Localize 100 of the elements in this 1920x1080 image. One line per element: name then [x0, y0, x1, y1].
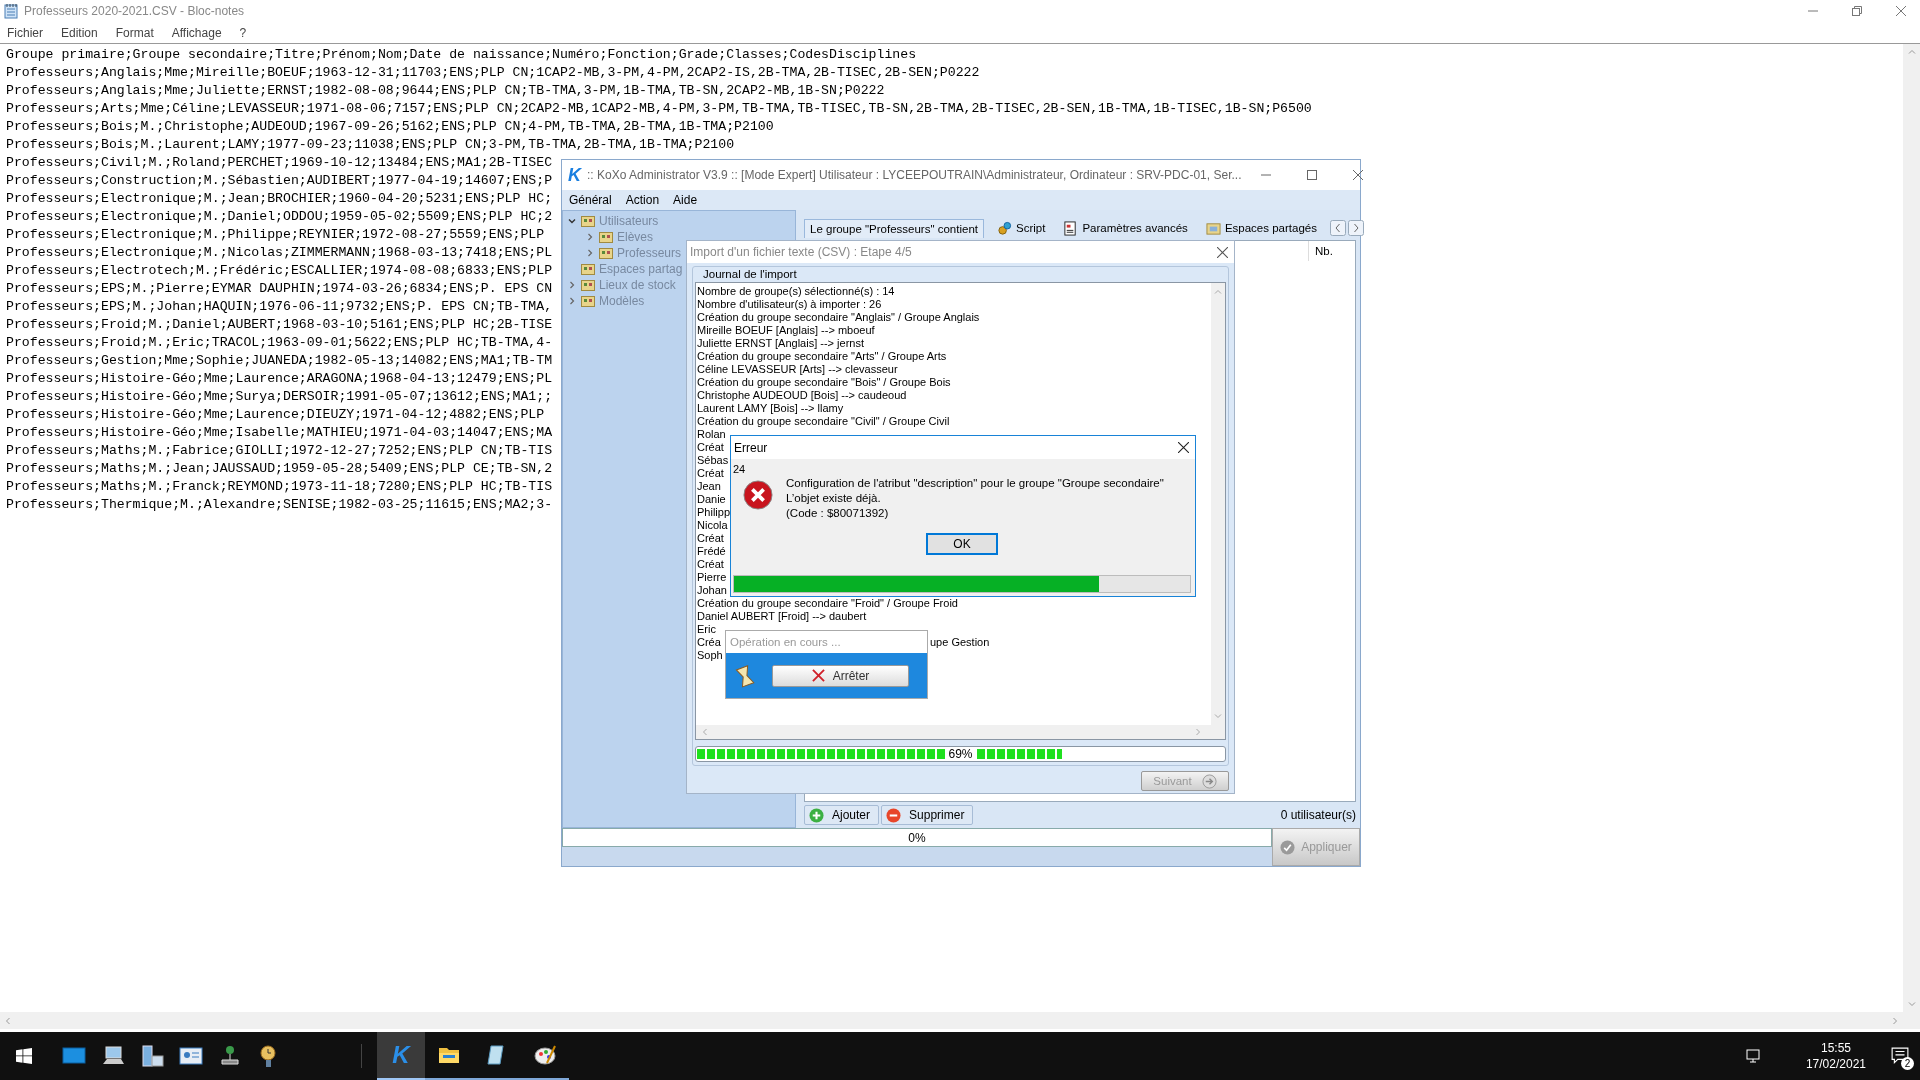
- clock-date[interactable]: 17/02/2021: [1805, 1056, 1866, 1072]
- network-icon[interactable]: [218, 1044, 242, 1068]
- log-line: Soph: [697, 649, 723, 661]
- log-line: Créat: [697, 467, 724, 479]
- message-icon: [1891, 1047, 1909, 1065]
- text-line: Professeurs;Electronique;M.;Philippe;REYNIER;1972-08-27;5559;ENS;PLP: [6, 226, 545, 244]
- log-line: Laurent LAMY [Bois] --> llamy: [697, 402, 844, 414]
- menu-item[interactable]: Fichier: [1, 25, 49, 40]
- progress-label: 69%: [946, 748, 975, 760]
- close-icon[interactable]: [1217, 246, 1228, 258]
- notification-button[interactable]: 2: [1880, 1032, 1920, 1080]
- log-line: Jean: [697, 480, 721, 492]
- scroll-left-button[interactable]: [1329, 220, 1346, 236]
- group-folder-icon: [599, 247, 613, 259]
- chevron-right-icon[interactable]: [567, 296, 577, 306]
- chevron-up-icon[interactable]: [1906, 47, 1917, 57]
- network-status-icon[interactable]: [1745, 1048, 1762, 1064]
- text-line: Professeurs;Electronique;M.;Nicolas;ZIMMERMANN;1968-03-13;7418;ENS;PL: [6, 244, 553, 262]
- log-line: Pierre: [697, 571, 727, 583]
- text-line: Professeurs;Thermique;M.;Alexandre;SENISE;1982-03-25;11615;ENS;MA2;3-: [6, 496, 553, 514]
- text-line: Professeurs;Histoire-Géo;Mme;Laurence;ARAGONA;1968-04-13;12479;ENS;PL: [6, 370, 553, 388]
- error-message: Configuration de l'atribut "description" pour le groupe "Groupe secondaire": [786, 476, 1164, 491]
- chevron-down-icon[interactable]: [567, 216, 577, 226]
- menu-item[interactable]: ?: [233, 25, 253, 40]
- server-icon[interactable]: [140, 1044, 164, 1068]
- menu-item[interactable]: Aide: [666, 193, 705, 207]
- windows-start-icon[interactable]: [16, 1048, 32, 1064]
- log-line: Création du groupe secondaire "Froid" / Groupe Froid: [697, 597, 958, 609]
- plus-icon: [809, 807, 824, 823]
- text-line: Professeurs;Anglais;Mme;Juliette;ERNST;1982-08-08;9644;ENS;PLP CN;TB-TMA,3-PM,1B-TMA,TB-SN,2CAP2-MB,1B-SN;P0222: [6, 82, 885, 100]
- tab[interactable]: Espaces partagés: [1200, 217, 1322, 239]
- chevron-left-icon[interactable]: [3, 1015, 13, 1026]
- log-line: Créat: [697, 532, 724, 544]
- log-line: Sébas: [697, 454, 729, 466]
- restore-icon[interactable]: [1852, 6, 1862, 16]
- log-line: Eric: [697, 623, 716, 635]
- shared-folder-icon: [1205, 220, 1221, 236]
- tab[interactable]: Le groupe "Professeurs" contient: [804, 218, 984, 238]
- text-line: Groupe primaire;Groupe secondaire;Titre;Prénom;Nom;Date de naissance;Numéro;Fonction;Grade;Classes;CodesDisciplines: [6, 46, 917, 64]
- text-line: Professeurs;Froid;M.;Daniel;AUBERT;1968-03-10;5161;ENS;PLP HC;2B-TISE: [6, 316, 553, 334]
- menu-item[interactable]: Action: [618, 193, 667, 207]
- log-line: Danie: [697, 493, 726, 505]
- text-line: Professeurs;Bois;M.;Christophe;AUDEOUD;1967-09-26;5162;ENS;PLP CN;4-PM,TB-TMA,2B-TMA,1B-TMA;P2100: [6, 118, 774, 136]
- text-line: Professeurs;EPS;M.;Pierre;EYMAR DAUPHIN;1974-03-26;6834;ENS;P. EPS CN: [6, 280, 553, 298]
- notepad-icon: [4, 3, 18, 19]
- text-line: Professeurs;Froid;M.;Eric;TRACOL;1963-09-01;5622;ENS;PLP HC;TB-TMA,4-: [6, 334, 553, 352]
- clock-time[interactable]: 15:55: [1820, 1040, 1851, 1056]
- group-folder-icon: [599, 231, 613, 243]
- text-line: Professeurs;Bois;M.;Laurent;LAMY;1977-09-23;11038;ENS;PLP CN;3-PM,TB-TMA,2B-TMA,1B-TMA;P2100: [6, 136, 735, 154]
- group-folder-icon: [581, 295, 595, 307]
- log-line: Juliette ERNST [Anglais] --> jernst: [697, 337, 864, 349]
- chevron-right-icon[interactable]: [585, 232, 595, 242]
- log-line: Nombre de groupe(s) sélectionné(s) : 14: [697, 285, 895, 297]
- id-card-icon[interactable]: [179, 1044, 203, 1068]
- log-line: Création du groupe secondaire "Bois" / Groupe Bois: [697, 376, 951, 388]
- menu-item[interactable]: Format: [109, 25, 160, 40]
- error-icon: [743, 480, 773, 510]
- log-line: Christophe AUDEOUD [Bois] --> caudeoud: [697, 389, 907, 401]
- remove-button[interactable]: Supprimer: [881, 805, 974, 825]
- text-line: Professeurs;Histoire-Géo;Mme;Laurence;DIEUZY;1971-04-12;4882;ENS;PLP: [6, 406, 545, 424]
- document-icon: [1063, 220, 1079, 236]
- error-message: (Code : $80071392): [786, 506, 890, 521]
- vertical-scrollbar[interactable]: [1903, 44, 1920, 1012]
- text-line: Professeurs;Electrotech;M.;Frédéric;ESCALLIER;1974-08-08;6833;ENS;PLP: [6, 262, 553, 280]
- text-line: Professeurs;Electronique;M.;Jean;BROCHIER;1960-04-20;5231;ENS;PLP HC;: [6, 190, 553, 208]
- menu-item[interactable]: Général: [562, 193, 619, 207]
- koxo-logo: K: [392, 1041, 410, 1069]
- text-line: Professeurs;Electronique;M.;Daniel;ODDOU;1959-05-02;5509;ENS;PLP HC;2: [6, 208, 553, 226]
- error-message: L’objet existe déjà.: [786, 491, 882, 506]
- add-button[interactable]: Ajouter: [804, 805, 880, 825]
- tab[interactable]: Paramètres avancés: [1058, 217, 1193, 239]
- menu-item[interactable]: Affichage: [165, 25, 228, 40]
- log-line: Créat: [697, 558, 724, 570]
- chevron-right-icon[interactable]: [567, 280, 577, 290]
- palette-icon: [533, 1043, 557, 1067]
- text-line: Professeurs;Civil;M.;Roland;PERCHET;1969-10-12;13484;ENS;MA1;2B-TISEC: [6, 154, 553, 172]
- tab[interactable]: Script: [992, 217, 1051, 239]
- log-line: Créat: [697, 441, 724, 453]
- ok-button[interactable]: OK: [926, 533, 998, 555]
- column-header[interactable]: Nb.: [1308, 241, 1355, 261]
- log-line: Rolan: [697, 428, 726, 440]
- log-line: Créa: [697, 636, 721, 648]
- scroll-right-button[interactable]: [1347, 220, 1364, 236]
- log-line: upe Gestion: [930, 636, 990, 649]
- chevron-right-icon[interactable]: [585, 248, 595, 258]
- chevron-right-icon[interactable]: [1890, 1015, 1900, 1026]
- maximize-icon[interactable]: [1307, 170, 1318, 180]
- text-line: Professeurs;Histoire-Géo;Mme;Surya;DERSOIR;1991-05-07;13612;ENS;MA1;;: [6, 388, 553, 406]
- menu-item[interactable]: Edition: [55, 25, 104, 40]
- log-line: Frédé: [697, 545, 726, 557]
- koxo-logo: K: [568, 164, 581, 186]
- log-line: Philipp: [697, 506, 731, 518]
- stop-button[interactable]: Arrêter: [772, 664, 909, 687]
- log-line: Mireille BOEUF [Anglais] --> mboeuf: [697, 324, 875, 336]
- log-line: Daniel AUBERT [Froid] --> daubert: [697, 610, 867, 622]
- horizontal-scrollbar[interactable]: [0, 1012, 1920, 1029]
- log-line: Nombre d'utilisateur(s) à importer : 26: [697, 298, 882, 310]
- close-icon[interactable]: [1178, 442, 1189, 453]
- group-folder-icon: [581, 215, 595, 227]
- popup-title: Opération en cours ...: [730, 636, 841, 648]
